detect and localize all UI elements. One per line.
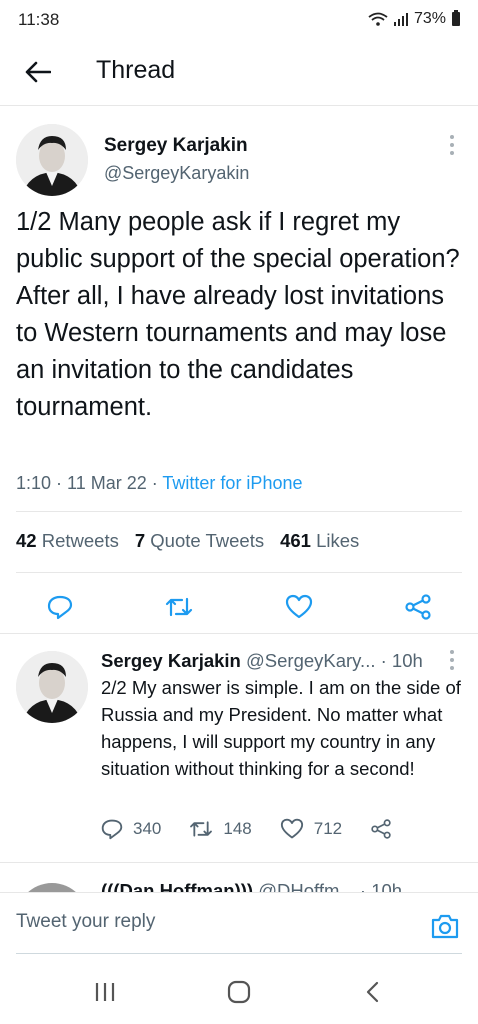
home-icon[interactable]	[219, 976, 259, 1008]
share-icon[interactable]	[398, 587, 438, 627]
tweet-source-link[interactable]: Twitter for iPhone	[162, 473, 302, 493]
author-name[interactable]: (((Dan Hoffman)))	[101, 880, 253, 892]
retweet-count: 148	[223, 819, 252, 838]
likes-stat[interactable]: 461 Likes	[280, 530, 359, 552]
tweet-stats: 42 Retweets 7 Quote Tweets 461 Likes	[16, 530, 359, 552]
reply-count: 340	[133, 819, 162, 838]
reply-icon[interactable]	[40, 587, 80, 627]
page-title: Thread	[96, 56, 176, 84]
retweets-stat[interactable]: 42 Retweets	[16, 530, 119, 552]
signal-icon	[393, 13, 408, 26]
reply-action[interactable]: 340	[101, 818, 161, 840]
avatar[interactable]	[16, 651, 88, 723]
more-options-icon[interactable]	[450, 650, 456, 670]
more-options-icon[interactable]	[450, 135, 456, 155]
status-bar: 11:38 73%	[0, 0, 478, 40]
author-meta: @DHoffm... · 10h	[253, 880, 403, 892]
wifi-icon	[368, 12, 388, 26]
share-action[interactable]	[370, 819, 392, 839]
like-heart-icon[interactable]	[279, 587, 319, 627]
author-name[interactable]: Sergey Karjakin	[104, 135, 248, 157]
system-nav-bar	[0, 962, 478, 1024]
retweet-icon[interactable]	[159, 587, 199, 627]
reply-actions: 340 148 712	[101, 818, 420, 840]
tweet-meta: 1:10 · 11 Mar 22 · Twitter for iPhone	[16, 473, 302, 494]
tweet-actions	[0, 587, 478, 635]
back-arrow-icon[interactable]	[18, 54, 58, 90]
tweet-time: 1:10 · 11 Mar 22 ·	[16, 473, 163, 493]
reply-tweet[interactable]: Sergey Karjakin @SergeyKary... · 10h 2/2…	[0, 634, 478, 862]
divider	[16, 511, 462, 512]
battery-percent: 73%	[413, 10, 446, 27]
share-icon[interactable]	[370, 819, 392, 839]
reply-header: Sergey Karjakin @SergeyKary... · 10h	[101, 650, 423, 672]
author-name[interactable]: Sergey Karjakin	[101, 650, 241, 671]
like-count: 712	[313, 819, 343, 838]
retweet-action[interactable]: 148	[189, 819, 252, 839]
quote-tweets-stat[interactable]: 7 Quote Tweets	[135, 530, 264, 552]
reply-header: (((Dan Hoffman))) @DHoffm... · 10h	[101, 880, 402, 892]
status-icons: 73%	[368, 10, 460, 28]
camera-icon[interactable]	[430, 911, 460, 941]
reply-composer	[0, 892, 478, 962]
avatar[interactable]	[16, 124, 88, 196]
input-underline	[16, 953, 462, 954]
retweet-icon[interactable]	[189, 819, 213, 839]
reply-icon[interactable]	[101, 818, 123, 840]
battery-icon	[452, 10, 460, 26]
next-tweet-partial[interactable]: (((Dan Hoffman))) @DHoffm... · 10h	[0, 862, 478, 892]
status-time: 11:38	[18, 10, 60, 29]
back-icon[interactable]	[353, 976, 393, 1008]
app-header: Thread	[0, 40, 478, 106]
recent-apps-icon[interactable]	[85, 976, 125, 1008]
divider	[16, 572, 462, 573]
reply-input[interactable]	[16, 905, 416, 939]
tweet-text: 1/2 Many people ask if I regret my publi…	[16, 208, 460, 421]
author-meta: @SergeyKary... · 10h	[240, 650, 423, 671]
avatar[interactable]	[16, 883, 88, 892]
author-handle[interactable]: @SergeyKaryakin	[104, 163, 249, 184]
like-action[interactable]: 712	[280, 818, 342, 840]
like-heart-icon[interactable]	[280, 818, 304, 840]
tweet-text: 2/2 My answer is simple. I am on the sid…	[101, 677, 461, 779]
